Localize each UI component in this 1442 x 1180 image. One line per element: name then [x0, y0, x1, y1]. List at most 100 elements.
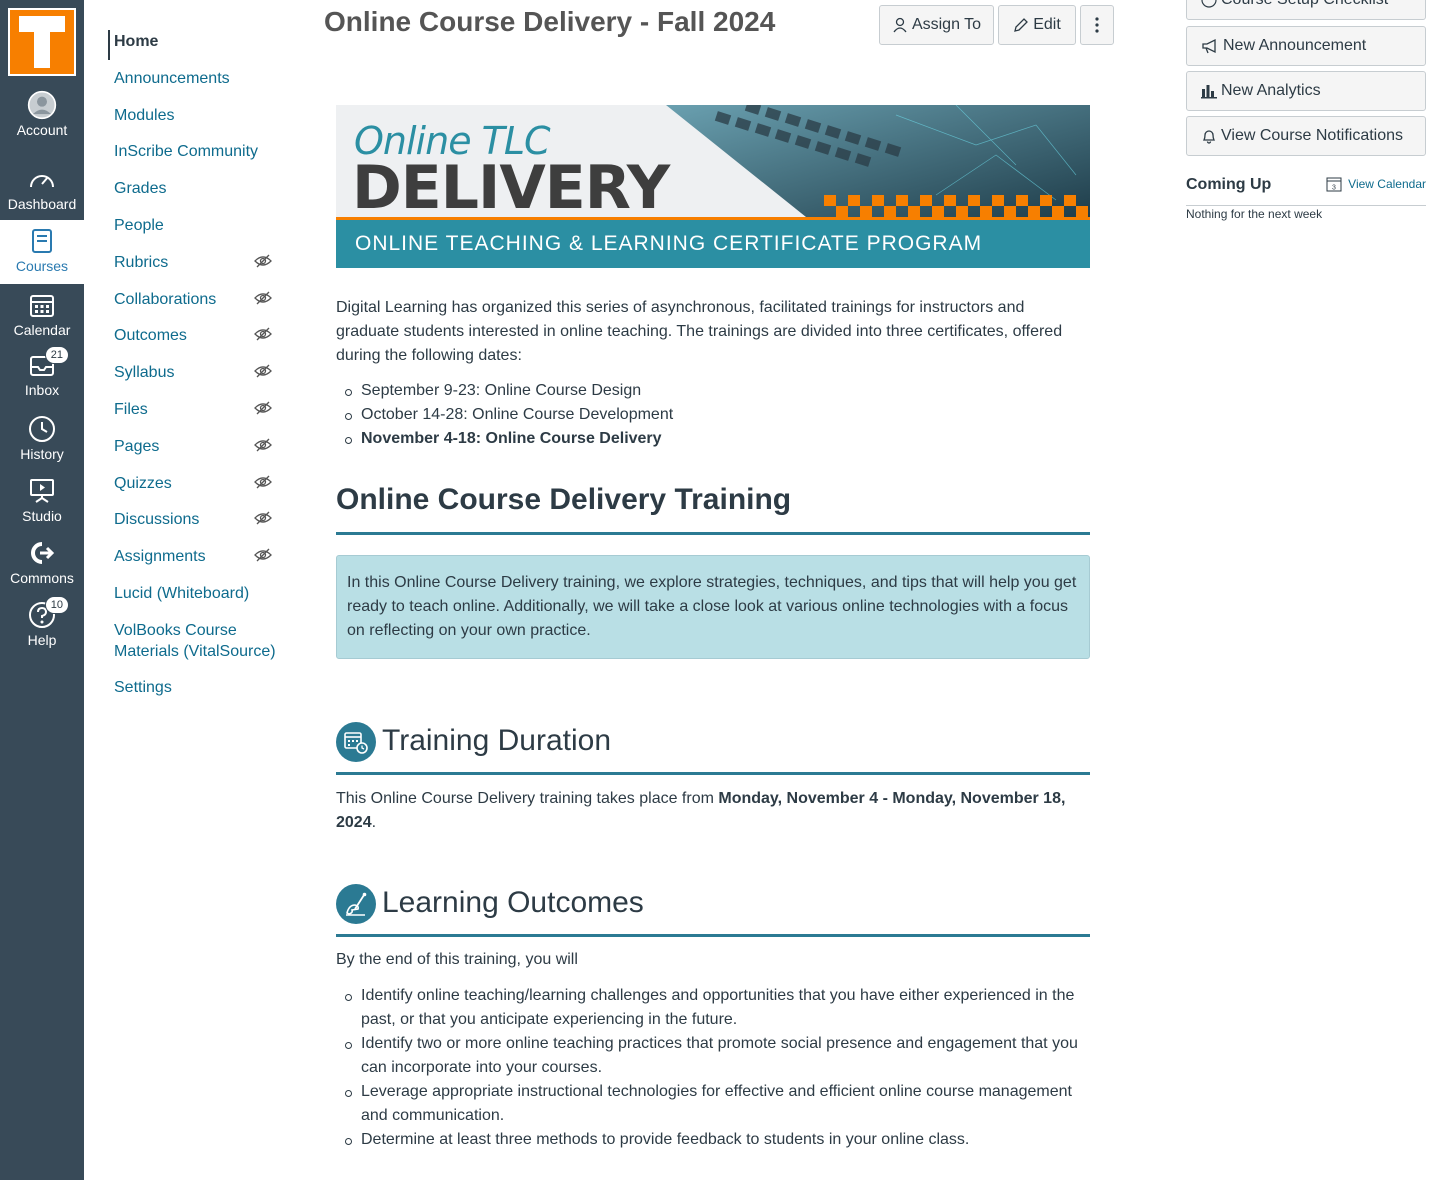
list-item: October 14-28: Online Course Development	[345, 403, 1091, 427]
list-item: November 4-18: Online Course Delivery	[345, 427, 1091, 451]
course-nav-row-syllabus: Syllabus	[108, 362, 288, 383]
hidden-eye-icon	[254, 438, 272, 452]
nav-inbox[interactable]: 21 Inbox	[0, 346, 84, 412]
banner-program-text: ONLINE TEACHING & LEARNING CERTIFICATE P…	[336, 220, 1090, 268]
user-icon	[893, 17, 907, 33]
duration-heading-text: Training Duration	[382, 723, 611, 757]
edit-button[interactable]: Edit	[998, 5, 1076, 45]
nav-account[interactable]: Account	[0, 90, 84, 152]
nav-history[interactable]: History	[0, 414, 84, 476]
pointer-hand-icon	[336, 884, 376, 924]
hidden-eye-icon	[254, 364, 272, 378]
course-nav-row-rubrics: Rubrics	[108, 252, 288, 273]
calendar-icon: 3	[1326, 177, 1342, 192]
assign-to-label: Assign To	[911, 16, 982, 33]
new-announcement-button[interactable]: New Announcement	[1186, 26, 1426, 66]
inbox-icon: 21	[27, 346, 69, 380]
studio-icon	[27, 476, 57, 506]
dashboard-icon	[27, 164, 57, 194]
hidden-eye-icon	[254, 291, 272, 305]
view-calendar-label: View Calendar	[1348, 177, 1426, 191]
hidden-eye-icon	[254, 475, 272, 489]
duration-paragraph: This Online Course Delivery training tak…	[336, 787, 1090, 835]
nav-calendar-label: Calendar	[13, 322, 71, 338]
view-calendar-link[interactable]: 3 View Calendar	[1326, 176, 1426, 192]
course-nav-row-files: Files	[108, 399, 288, 420]
training-callout: In this Online Course Delivery training,…	[336, 555, 1090, 659]
new-analytics-button[interactable]: New Analytics	[1186, 71, 1426, 111]
nav-calendar[interactable]: Calendar	[0, 290, 84, 352]
bar-chart-icon	[1201, 85, 1217, 99]
duration-suffix: .	[371, 814, 377, 831]
course-nav-lucid[interactable]: Lucid (Whiteboard)	[114, 583, 284, 604]
course-nav-row-outcomes: Outcomes	[108, 325, 288, 346]
commons-icon	[27, 538, 57, 568]
list-item: Identify two or more online teaching pra…	[345, 1032, 1083, 1080]
new-announcement-label: New Announcement	[1223, 37, 1367, 54]
course-nav-row-collaborations: Collaborations	[108, 289, 288, 310]
coming-up-header: Coming Up 3 View Calendar	[1186, 176, 1426, 206]
help-icon: 10	[27, 596, 69, 630]
course-nav-volbooks[interactable]: VolBooks Course Materials (VitalSource)	[114, 620, 284, 662]
nav-help[interactable]: 10 Help	[0, 596, 84, 662]
new-analytics-label: New Analytics	[1221, 82, 1321, 99]
edit-label: Edit	[1033, 16, 1061, 33]
calendar-icon-day: 3	[1332, 185, 1336, 192]
course-nav-inscribe[interactable]: InScribe Community	[114, 141, 284, 162]
intro-paragraph: Digital Learning has organized this seri…	[336, 299, 1063, 364]
course-nav-row-discussions: Discussions	[108, 509, 288, 530]
view-course-notifications-button[interactable]: View Course Notifications	[1186, 116, 1426, 156]
course-nav-row-quizzes: Quizzes	[108, 473, 288, 494]
nav-history-label: History	[20, 446, 64, 462]
book-icon	[27, 226, 57, 256]
hidden-eye-icon	[254, 548, 272, 562]
course-nav-row-assignments: Assignments	[108, 546, 288, 567]
course-nav-grades[interactable]: Grades	[114, 178, 284, 199]
nav-dashboard-label: Dashboard	[7, 196, 77, 212]
power-t-icon	[19, 16, 65, 68]
megaphone-icon	[1202, 38, 1216, 54]
duration-section-heading: Training Duration	[336, 722, 1090, 775]
assign-to-button[interactable]: Assign To	[879, 5, 994, 45]
outcomes-intro: By the end of this training, you will	[336, 951, 578, 968]
nav-studio-label: Studio	[22, 508, 62, 524]
nav-help-label: Help	[27, 632, 57, 648]
course-nav-settings[interactable]: Settings	[114, 677, 284, 698]
clock-icon	[27, 414, 57, 444]
calendar-icon	[27, 290, 57, 320]
course-banner: Online TLC DELIVERY ONLINE TEACHING & LE…	[336, 105, 1090, 268]
hidden-eye-icon	[254, 511, 272, 525]
university-logo[interactable]	[8, 8, 76, 76]
list-item: September 9-23: Online Course Design	[345, 379, 1091, 403]
hidden-eye-icon	[254, 401, 272, 415]
course-nav-people[interactable]: People	[114, 215, 284, 236]
outcomes-section-heading: Learning Outcomes	[336, 884, 1090, 937]
course-setup-checklist-button[interactable]: Course Setup Checklist	[1186, 0, 1426, 20]
coming-up-title: Coming Up	[1186, 176, 1272, 193]
nav-dashboard[interactable]: Dashboard	[0, 164, 84, 226]
global-nav: Account Dashboard Courses Calendar 21 In…	[0, 0, 84, 1180]
checklist-label: Course Setup Checklist	[1221, 0, 1388, 9]
hidden-eye-icon	[254, 254, 272, 268]
bell-icon	[1202, 130, 1216, 144]
duration-prefix: This Online Course Delivery training tak…	[336, 790, 719, 807]
active-indicator	[108, 30, 110, 60]
list-item: Determine at least three methods to prov…	[345, 1128, 1083, 1152]
more-options-button[interactable]	[1080, 5, 1114, 45]
course-nav-modules[interactable]: Modules	[114, 105, 284, 126]
question-circle-icon	[1201, 0, 1217, 8]
inbox-badge: 21	[44, 346, 69, 364]
nav-studio[interactable]: Studio	[0, 476, 84, 538]
nav-commons[interactable]: Commons	[0, 538, 84, 600]
avatar-icon	[27, 90, 57, 120]
course-nav-row-pages: Pages	[108, 436, 288, 457]
course-nav-home[interactable]: Home	[114, 31, 284, 52]
outcomes-heading-text: Learning Outcomes	[382, 885, 644, 919]
course-nav-announcements[interactable]: Announcements	[114, 68, 284, 89]
nav-inbox-label: Inbox	[24, 382, 60, 398]
nav-commons-label: Commons	[10, 570, 74, 586]
banner-delivery-text: DELIVERY	[352, 153, 670, 223]
nav-courses[interactable]: Courses	[0, 220, 84, 284]
nav-account-label: Account	[16, 122, 68, 138]
nav-courses-label: Courses	[15, 258, 69, 274]
